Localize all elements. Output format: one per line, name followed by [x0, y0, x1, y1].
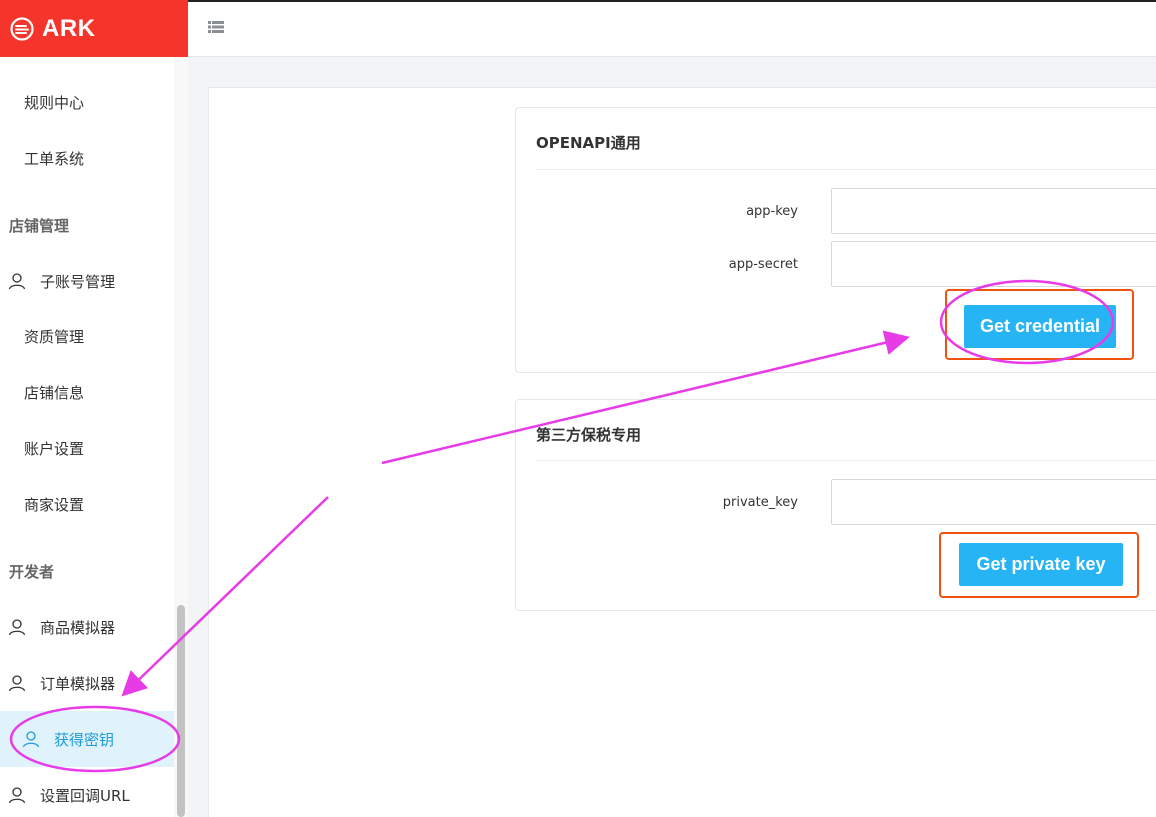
sidebar-item-label: 子账号管理 — [40, 272, 116, 291]
sidebar-item-label: 工单系统 — [24, 149, 85, 168]
annotation-highlight-box — [945, 289, 1134, 360]
card-divider — [536, 460, 1156, 461]
user-icon — [8, 675, 26, 692]
sidebar-item-order-simulator[interactable]: 订单模拟器 — [0, 655, 174, 711]
sidebar-item-store-info[interactable]: 店铺信息 — [0, 364, 174, 420]
brand-logo[interactable]: ARK — [0, 0, 188, 57]
sidebar-group-developer: 开发者 — [9, 563, 55, 581]
sidebar-group-store: 店铺管理 — [9, 217, 70, 235]
sidebar-item-label: 规则中心 — [24, 93, 85, 112]
sidebar-item-label: 资质管理 — [24, 327, 85, 346]
sidebar-item-ticket-system[interactable]: 工单系统 — [0, 130, 174, 186]
list-icon[interactable] — [208, 20, 224, 34]
sidebar-item-label: 商家设置 — [24, 495, 85, 514]
ark-logo-icon — [10, 16, 34, 41]
card-title: OPENAPI通用 — [536, 134, 641, 152]
sidebar-item-sub-accounts[interactable]: 子账号管理 — [0, 253, 174, 309]
sidebar-item-get-secret-key[interactable]: 获得密钥 — [0, 711, 174, 767]
sidebar-item-qualifications[interactable]: 资质管理 — [0, 308, 174, 364]
sidebar-item-merchant-settings[interactable]: 商家设置 — [0, 476, 174, 532]
user-icon — [8, 273, 26, 290]
top-bar — [188, 0, 1156, 57]
app-secret-label: app-secret — [728, 257, 798, 272]
sidebar-item-label: 设置回调URL — [40, 786, 130, 805]
sidebar-item-label: 店铺信息 — [24, 383, 85, 402]
user-icon — [8, 787, 26, 804]
sidebar-scrollbar-thumb[interactable] — [177, 605, 185, 817]
user-icon — [22, 731, 40, 748]
app-secret-input[interactable] — [831, 241, 1156, 287]
sidebar-item-account-settings[interactable]: 账户设置 — [0, 420, 174, 476]
private-key-label: private_key — [722, 495, 798, 510]
card-divider — [536, 169, 1156, 170]
user-icon — [8, 619, 26, 636]
sidebar-item-callback-url[interactable]: 设置回调URL — [0, 767, 174, 817]
private-key-input[interactable] — [831, 479, 1156, 525]
sidebar-item-label: 订单模拟器 — [40, 674, 116, 693]
card-title: 第三方保税专用 — [536, 426, 642, 444]
app-key-label: app-key — [746, 204, 798, 219]
sidebar: 规则中心 工单系统 店铺管理 子账号管理 资质管理 店铺信息 账户设置 商家设置… — [0, 57, 188, 817]
sidebar-item-label: 商品模拟器 — [40, 618, 116, 637]
app-key-input[interactable] — [831, 188, 1156, 234]
sidebar-item-product-simulator[interactable]: 商品模拟器 — [0, 599, 174, 655]
annotation-highlight-box — [939, 532, 1139, 598]
brand-name: ARK — [42, 14, 96, 42]
sidebar-item-label: 账户设置 — [24, 439, 85, 458]
sidebar-item-label: 获得密钥 — [54, 730, 115, 749]
sidebar-item-rules-center[interactable]: 规则中心 — [0, 74, 174, 130]
